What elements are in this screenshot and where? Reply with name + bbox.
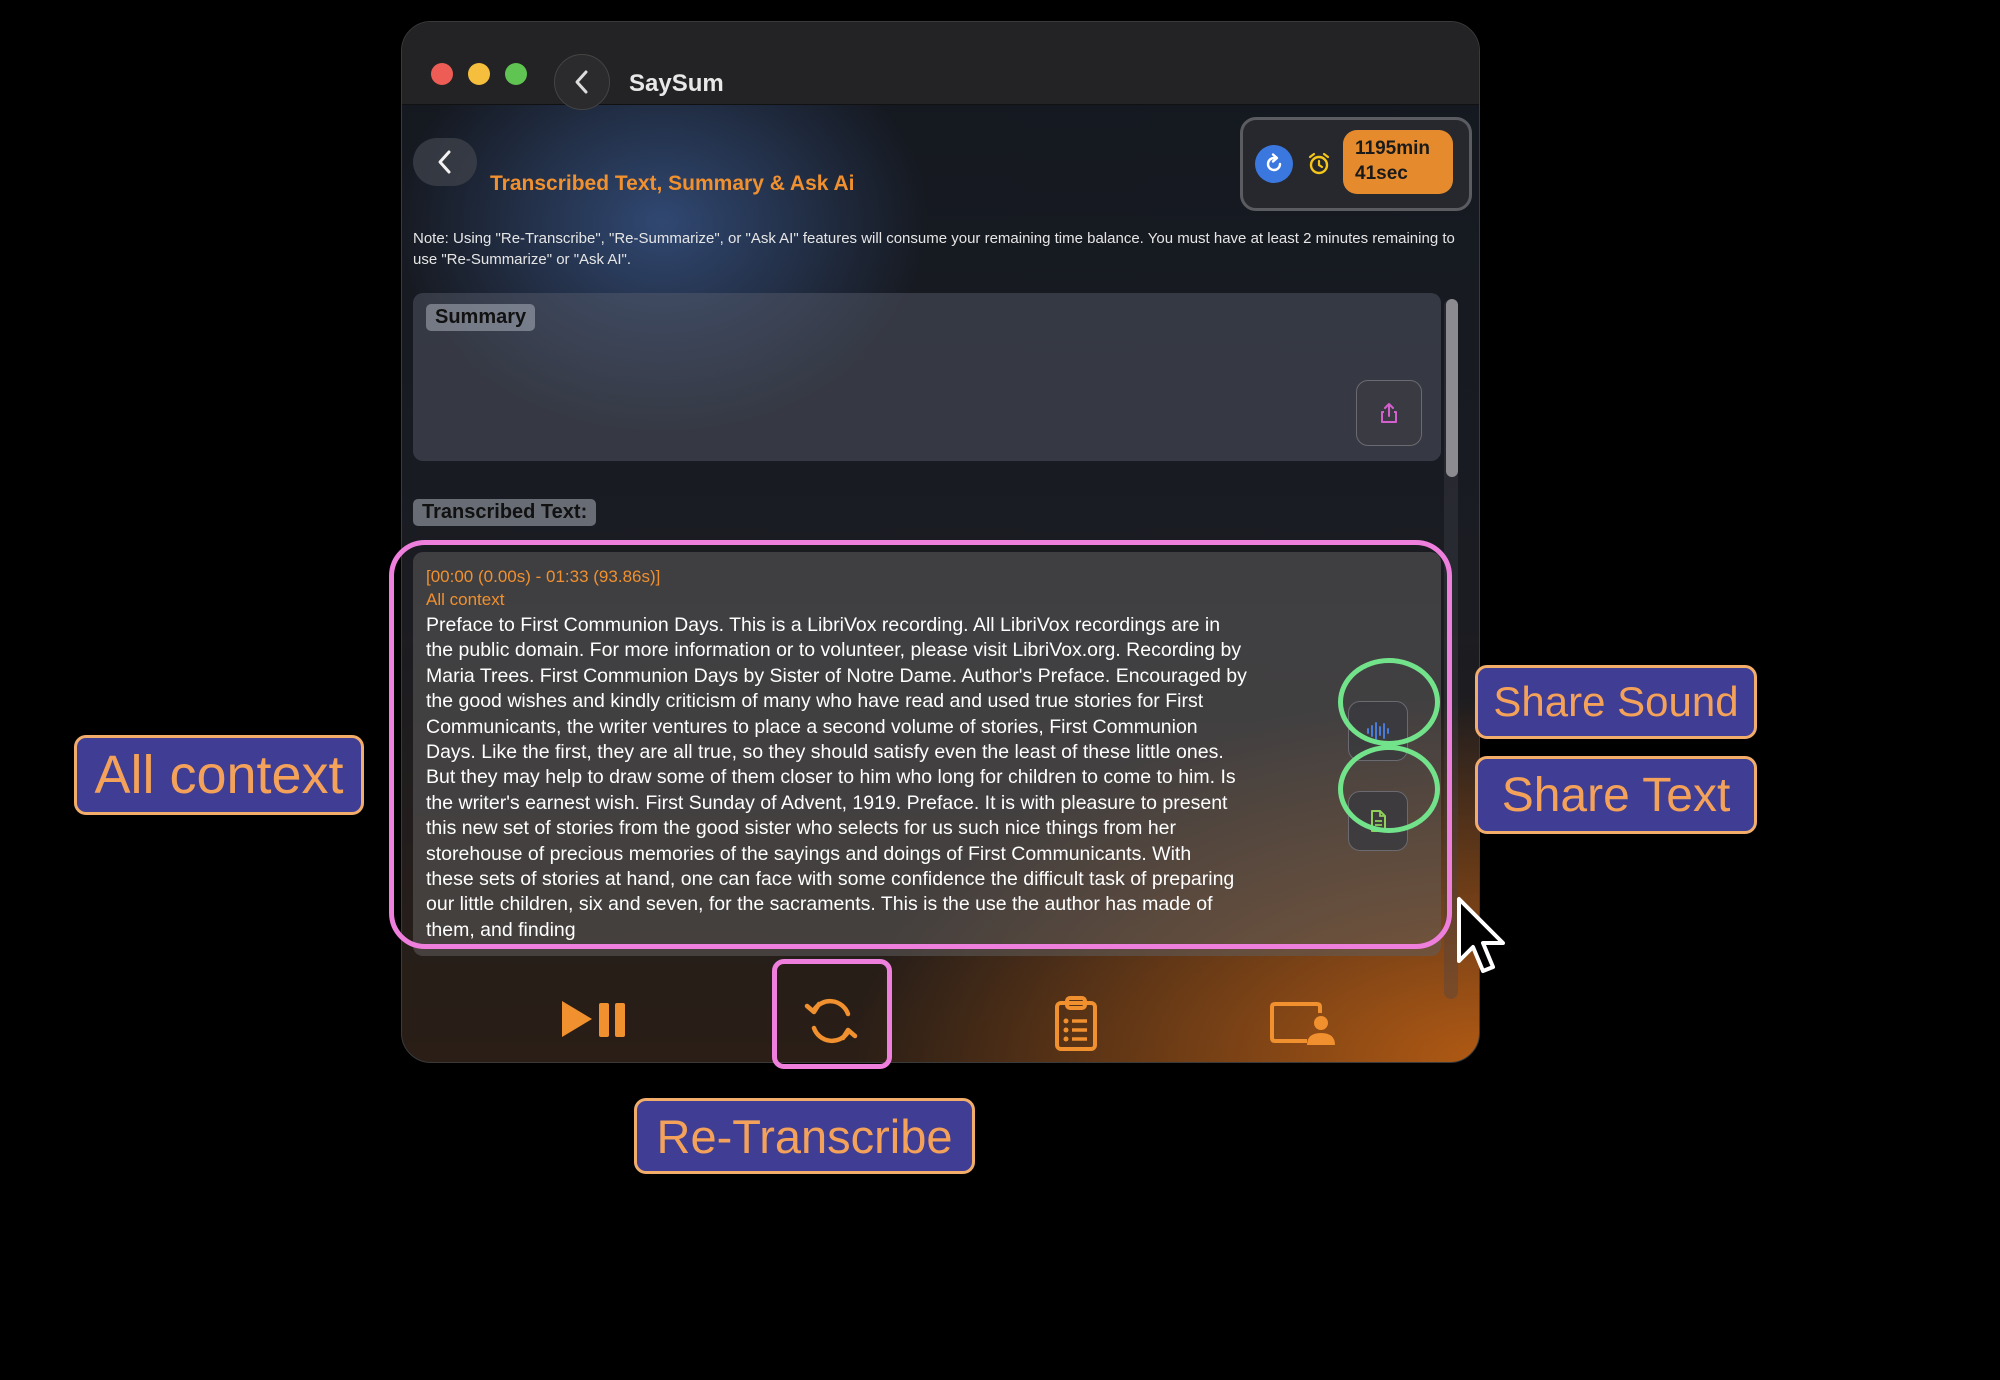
time-remaining-minutes: 1195min (1355, 138, 1430, 159)
alarm-clock-icon (1308, 152, 1330, 175)
close-window-button[interactable] (431, 63, 453, 85)
time-remaining-badge: 1195min 41sec (1343, 130, 1453, 194)
mouse-pointer-icon (1457, 897, 1505, 973)
time-balance-panel: 1195min 41sec (1240, 117, 1472, 211)
zoom-window-button[interactable] (505, 63, 527, 85)
all-context-highlight (389, 540, 1452, 949)
share-sound-highlight (1338, 658, 1440, 746)
page-title: Transcribed Text, Summary & Ask Ai (490, 172, 855, 195)
summary-label: Summary (426, 304, 536, 331)
time-remaining-seconds: 41sec (1355, 163, 1408, 184)
re-transcribe-callout: Re-Transcribe (634, 1098, 975, 1174)
chevron-left-icon (575, 70, 588, 94)
all-context-callout: All context (74, 735, 364, 815)
back-button[interactable] (413, 138, 477, 186)
title-bar: SaySum (402, 22, 1479, 110)
share-summary-button[interactable] (1356, 380, 1422, 446)
refresh-balance-button[interactable] (1255, 145, 1293, 183)
usage-note: Note: Using "Re-Transcribe", "Re-Summari… (413, 230, 1455, 268)
summary-panel: Summary (413, 293, 1441, 461)
share-sound-callout: Share Sound (1475, 665, 1757, 739)
titlebar-back-button[interactable] (554, 54, 610, 110)
app-title: SaySum (629, 70, 724, 97)
clipboard-icon[interactable] (1053, 995, 1099, 1053)
scrollbar-thumb[interactable] (1446, 299, 1458, 477)
play-pause-icon[interactable] (558, 997, 630, 1041)
share-text-callout: Share Text (1475, 756, 1757, 834)
transcribed-text-label: Transcribed Text: (413, 499, 597, 526)
chevron-left-icon (438, 150, 451, 174)
share-icon (1381, 403, 1397, 423)
refresh-icon (1266, 153, 1282, 172)
minimize-window-button[interactable] (468, 63, 490, 85)
screen-share-icon[interactable] (1269, 999, 1339, 1049)
re-transcribe-highlight (772, 959, 892, 1069)
share-text-highlight (1338, 745, 1440, 833)
